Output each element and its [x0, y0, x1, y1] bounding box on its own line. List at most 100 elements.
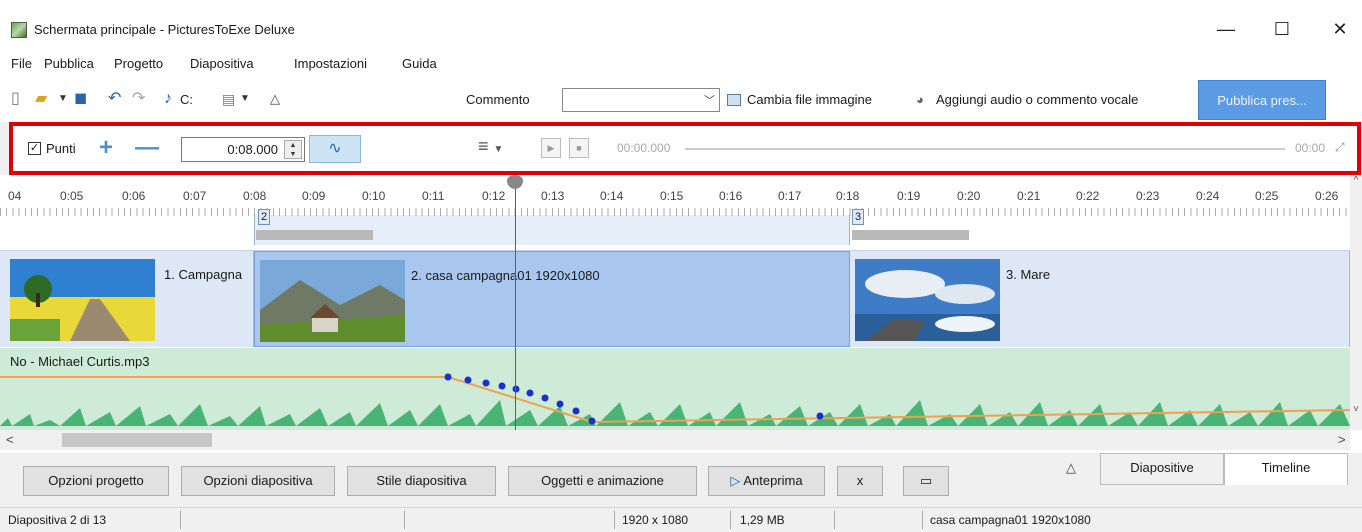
transition-bar [256, 230, 373, 240]
status-divider [614, 511, 615, 529]
expand-icon[interactable]: ⤢ [1335, 140, 1345, 155]
close-button[interactable]: ✕ [1320, 14, 1360, 44]
status-resolution: 1920 x 1080 [622, 513, 689, 527]
title-bar: Schermata principale - PicturesToExe Del… [0, 0, 1362, 52]
scroll-up-icon[interactable]: ^ [1350, 175, 1362, 186]
add-point-icon[interactable]: + [99, 134, 113, 162]
slide-item-2[interactable]: 2. casa campagna01 1920x1080 [254, 251, 850, 347]
fullscreen-button[interactable]: ▭ [903, 466, 949, 496]
tick-label: 0:20 [957, 189, 981, 203]
window-title: Schermata principale - PicturesToExe Del… [34, 22, 295, 37]
comment-combo[interactable]: ﹀ [562, 88, 720, 112]
display-dropdown-chevron-icon[interactable]: ▼ [240, 90, 250, 108]
audio-time-end: 00:00 [1295, 141, 1326, 155]
envelope-curve-button[interactable]: ∿ [309, 135, 361, 163]
tab-diapositive[interactable]: Diapositive [1100, 453, 1224, 485]
scroll-down-icon[interactable]: ˅ [1350, 404, 1362, 415]
tick-label: 0:14 [600, 189, 624, 203]
status-divider [180, 511, 181, 529]
slide-number-badge: 2 [258, 209, 270, 225]
stop-button[interactable]: ■ [569, 138, 589, 158]
tick-label: 0:07 [183, 189, 207, 203]
menu-progetto[interactable]: Progetto [114, 56, 163, 71]
menu-impostazioni[interactable]: Impostazioni [294, 56, 367, 71]
status-divider [730, 511, 731, 529]
new-file-icon[interactable]: ▯ [11, 90, 20, 108]
tick-label: 0:12 [482, 189, 506, 203]
change-image-button[interactable]: Cambia file immagine [727, 92, 872, 107]
status-file-name: casa campagna01 1920x1080 [930, 513, 1091, 527]
preview-label: Anteprima [743, 473, 803, 488]
tab-timeline[interactable]: Timeline [1224, 453, 1348, 485]
preview-button[interactable]: ▷ Anteprima [708, 466, 825, 496]
slide-item-1[interactable]: 1. Campagna [0, 251, 254, 347]
drive-label[interactable]: C: [180, 92, 193, 107]
slide-thumbnail [855, 259, 1000, 341]
horizontal-scrollbar[interactable]: < > [0, 430, 1350, 450]
ruler-ticks [0, 208, 1350, 216]
tick-label: 0:24 [1196, 189, 1220, 203]
tick-label: 0:10 [362, 189, 386, 203]
audio-seek-track[interactable] [685, 148, 1285, 150]
scroll-thumb[interactable] [62, 433, 212, 447]
collapse-triangle-icon[interactable]: △ [1066, 460, 1076, 476]
menu-pubblica[interactable]: Pubblica [44, 56, 94, 71]
slide-thumbnail [260, 260, 405, 342]
slide-item-3[interactable]: 3. Mare [850, 251, 1350, 347]
status-size: 1,29 MB [740, 513, 785, 527]
slide-number-badge: 3 [852, 209, 864, 225]
playhead-line[interactable] [515, 180, 516, 430]
scroll-left-icon[interactable]: < [6, 432, 14, 447]
play-icon: ▷ [730, 473, 744, 488]
audio-disc-icon[interactable]: ◕ [916, 92, 924, 107]
keyframe-toolbar: ✓ Punti + — 0:08.000 ▲ ▼ ∿ ≡ ▼ ▶ ■ 00:00.… [9, 122, 1361, 175]
minimize-button[interactable]: — [1206, 14, 1246, 44]
time-value: 0:08.000 [227, 142, 278, 157]
play-button[interactable]: ▶ [541, 138, 561, 158]
menu-file[interactable]: File [11, 56, 32, 71]
points-checkbox[interactable]: ✓ [28, 142, 41, 155]
tick-label: 0:13 [541, 189, 565, 203]
time-spinbox[interactable]: 0:08.000 ▲ ▼ [181, 137, 305, 162]
open-dropdown-chevron-icon[interactable]: ▼ [58, 90, 68, 108]
menu-bar: File Pubblica Progetto Diapositiva Impos… [0, 52, 1362, 74]
time-ruler[interactable]: 04 0:05 0:06 0:07 0:08 0:09 0:10 0:11 0:… [0, 175, 1350, 250]
x-button[interactable]: x [837, 466, 883, 496]
menu-diapositiva[interactable]: Diapositiva [190, 56, 254, 71]
redo-icon[interactable]: ↷ [132, 90, 145, 108]
transition-bar [852, 230, 969, 240]
publish-button[interactable]: Pubblica pres... [1198, 80, 1326, 120]
status-slide-position: Diapositiva 2 di 13 [8, 513, 107, 527]
audio-waveform [0, 373, 1350, 426]
spin-arrows-icon[interactable]: ▲ ▼ [284, 140, 302, 159]
audio-time-start: 00:00.000 [617, 141, 671, 155]
tick-label: 0:25 [1255, 189, 1279, 203]
save-icon[interactable]: ◼ [74, 90, 87, 108]
triangle-icon[interactable]: △ [270, 90, 280, 108]
tick-label: 0:08 [243, 189, 267, 203]
vertical-scrollbar[interactable]: ^ ˅ [1350, 175, 1362, 430]
tick-label: 0:17 [778, 189, 802, 203]
tick-label: 0:19 [897, 189, 921, 203]
project-options-button[interactable]: Opzioni progetto [23, 466, 169, 496]
status-bar: Diapositiva 2 di 13 1920 x 1080 1,29 MB … [0, 507, 1362, 532]
menu-guida[interactable]: Guida [402, 56, 437, 71]
add-audio-button[interactable]: Aggiungi audio o commento vocale [936, 92, 1138, 107]
list-menu-icon[interactable]: ≡ ▼ [478, 136, 503, 157]
tick-label: 0:18 [836, 189, 860, 203]
bottom-bar: Opzioni progetto Opzioni diapositiva Sti… [0, 453, 1362, 507]
scroll-right-icon[interactable]: > [1338, 432, 1346, 447]
music-note-icon[interactable]: ♪ [164, 90, 172, 108]
remove-point-icon[interactable]: — [135, 134, 159, 162]
undo-icon[interactable]: ↶ [108, 90, 121, 108]
tick-label: 0:16 [719, 189, 743, 203]
chevron-down-icon: ﹀ [704, 95, 715, 107]
open-folder-icon[interactable]: ▰ [35, 90, 47, 108]
display-mode-icon[interactable]: ▤ [222, 90, 235, 108]
objects-animation-button[interactable]: Oggetti e animazione [508, 466, 697, 496]
maximize-button[interactable]: ☐ [1262, 14, 1302, 44]
audio-track[interactable]: No - Michael Curtis.mp3 [0, 348, 1350, 430]
slide-style-button[interactable]: Stile diapositiva [347, 466, 496, 496]
slide-options-button[interactable]: Opzioni diapositiva [181, 466, 335, 496]
image-icon [727, 94, 741, 106]
